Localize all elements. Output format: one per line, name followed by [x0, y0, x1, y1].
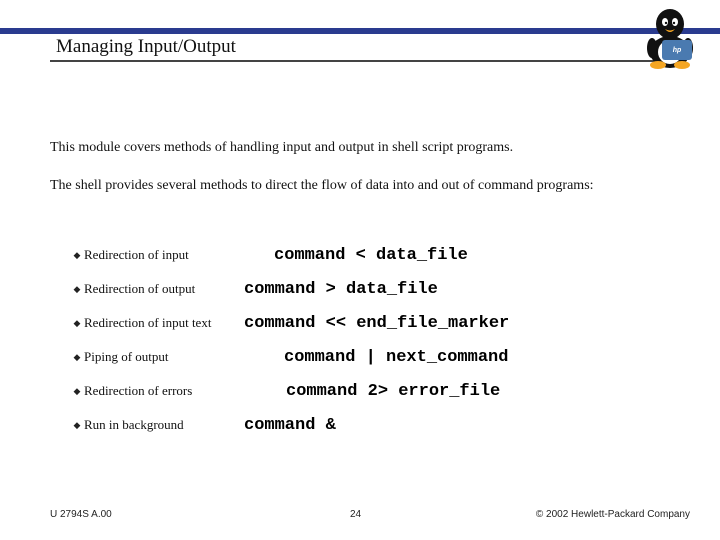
- list-item: ◆Redirection of input command < data_file: [70, 238, 670, 272]
- list-item-command: command 2> error_file: [286, 382, 500, 401]
- page-title: Managing Input/Output: [56, 36, 236, 58]
- list-item-command: command &: [244, 416, 336, 435]
- list-item-command: command < data_file: [274, 246, 468, 265]
- bullet-icon: ◆: [70, 318, 84, 329]
- list-item: ◆Redirection of outputcommand > data_fil…: [70, 272, 670, 306]
- list-item: ◆Redirection of input textcommand << end…: [70, 306, 670, 340]
- title-underline: [50, 60, 658, 62]
- bullet-icon: ◆: [70, 420, 84, 431]
- list-item-label: Piping of output: [84, 349, 244, 365]
- hp-logo-icon: hp: [662, 40, 692, 60]
- footer-copyright: © 2002 Hewlett-Packard Company: [536, 509, 690, 520]
- list-item-label: Redirection of errors: [84, 383, 244, 399]
- tux-icon: [640, 2, 700, 72]
- list-item-label: Redirection of input text: [84, 315, 244, 331]
- list-item-label: Redirection of input: [84, 247, 244, 263]
- list-item-label: Redirection of output: [84, 281, 244, 297]
- list-item-label: Run in background: [84, 417, 244, 433]
- intro-paragraph-1: This module covers methods of handling i…: [50, 140, 513, 156]
- list-item-command: command | next_command: [284, 348, 508, 367]
- bullet-icon: ◆: [70, 352, 84, 363]
- footer-page-number: 24: [350, 509, 361, 520]
- list-item: ◆Piping of output command | next_command: [70, 340, 670, 374]
- header-bar: [0, 28, 720, 34]
- intro-paragraph-2: The shell provides several methods to di…: [50, 178, 594, 194]
- list-item: ◆Redirection of errors command 2> error_f…: [70, 374, 670, 408]
- footer-doc-id: U 2794S A.00: [50, 509, 112, 520]
- list-item-command: command > data_file: [244, 280, 438, 299]
- bullet-icon: ◆: [70, 250, 84, 261]
- list-item-command: command << end_file_marker: [244, 314, 509, 333]
- bullet-list: ◆Redirection of inputcommand < data_file…: [70, 238, 670, 442]
- bullet-icon: ◆: [70, 386, 84, 397]
- list-item: ◆Run in backgroundcommand &: [70, 408, 670, 442]
- bullet-icon: ◆: [70, 284, 84, 295]
